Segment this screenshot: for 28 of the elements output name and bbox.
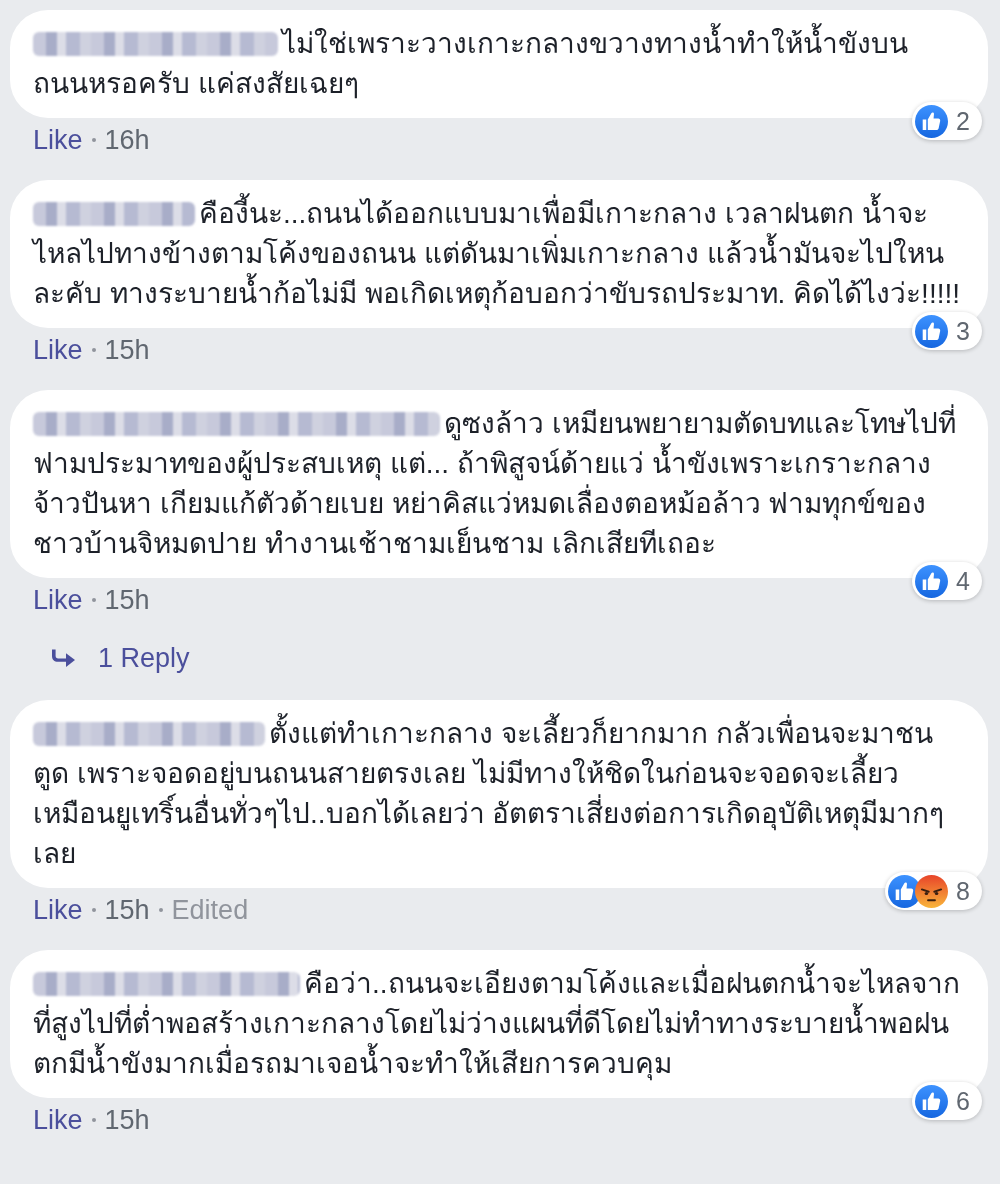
like-link[interactable]: Like (33, 1104, 83, 1136)
comment-time[interactable]: 15h (104, 584, 150, 616)
reaction-count: 8 (956, 876, 970, 906)
comment-text: ดูซงล้าว เหมียนพยายามตัดบทและโทษไปที่ ฟามประมาทของผู้ประสบเหตุ แต่... ถ้าพิสูจน์ด้ายแว่ น้ำขังเพราะเกราะกลาง จ้าวปันหา เกียมแก้ตัวด้ายเบย หย่าคิสแว่หมดเลื่องตอหม้อล้าว ฟามทุกข์ของชาวบ้านจิหมดปาย ทำงานเช้าชามเย็นชาม เลิกเสียทีเถอะ (33, 399, 956, 565)
reaction-badge[interactable]: 3 (912, 312, 982, 350)
comment-time[interactable]: 15h (104, 334, 150, 366)
reaction-count: 4 (956, 566, 970, 596)
reaction-count: 3 (956, 316, 970, 346)
comment-text: ไม่ใช่เพราะวางเกาะกลางขวางทางน้ำทำให้น้ำขังบนถนนหรอครับ แค่สงสัยเฉยๆ (33, 19, 908, 105)
like-link[interactable]: Like (33, 334, 83, 366)
comment-text: คืองี้นะ...ถนนได้ออกแบบมาเพื่อมีเกาะกลาง เวลาฝนตก น้ำจะไหลไปทางข้างตามโค้งของถนน แต่ดันมาเพิ่มเกาะกลาง แล้วน้ำมันจะไปใหนละคับ ทางระบายน้ำก้อไม่มี พอเกิดเหตุก้อบอกว่าขับรถประมาท. คิดได้ไงว่ะ!!!!! (33, 189, 960, 315)
reply-arrow-icon (50, 648, 76, 668)
like-link[interactable]: Like (33, 894, 83, 926)
reaction-badge[interactable]: 6 (912, 1082, 982, 1120)
reaction-count: 6 (956, 1086, 970, 1116)
reaction-badge[interactable]: 4 (912, 562, 982, 600)
reply-link[interactable]: 1 Reply (98, 642, 190, 674)
comment-time[interactable]: 15h (104, 894, 150, 926)
comment-time[interactable]: 16h (104, 124, 150, 156)
reaction-badge[interactable]: 2 (912, 102, 982, 140)
comment-text: ตั้งแต่ทำเกาะกลาง จะเลี้ยวก็ยากมาก กลัวเพื่อนจะมาชนตูด เพราะจอดอยู่บนถนนสายตรงเลย ไม่มีทางให้ชิดในก่อนจะจอดจะเลี้ยวเหมือนยูเทริ์นอื่นทั่วๆไป..บอกได้เลยว่า อัตตราเสี่ยงต่อการเกิดอุบัติเหตุมีมากๆเลย (33, 709, 945, 875)
reaction-count: 2 (956, 106, 970, 136)
like-link[interactable]: Like (33, 584, 83, 616)
edited-label: Edited (171, 894, 249, 926)
like-link[interactable]: Like (33, 124, 83, 156)
comment-time[interactable]: 15h (104, 1104, 150, 1136)
reaction-badge[interactable]: 8 (885, 872, 982, 910)
comment-text: คือว่า..ถนนจะเอียงตามโค้งและเมื่อฝนตกน้ำจะไหลจากที่สูงไปที่ต่ำพอสร้างเกาะกลางโดยไม่ว่างแผนที่ดีโดยไม่ทำทางระบายน้ำพอฝนตกมีน้ำขังมากเมื่อรถมาเจอน้ำจะทำให้เสียการควบคุม (33, 959, 960, 1085)
